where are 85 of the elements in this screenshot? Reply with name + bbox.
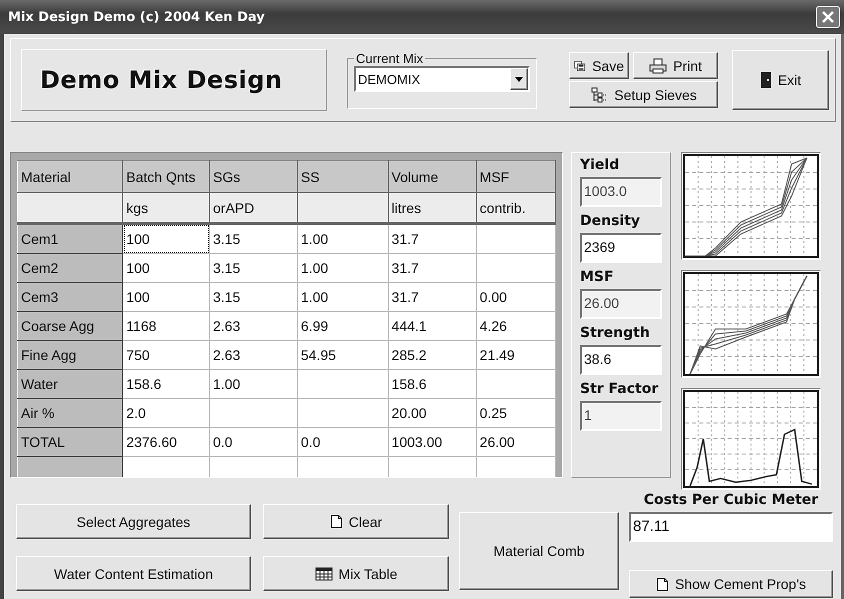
column-header: SS xyxy=(297,160,388,192)
table-cell[interactable]: 2376.60 xyxy=(122,428,210,456)
action-button[interactable]: Water Content Estimation xyxy=(16,556,251,591)
material-comb-button[interactable]: Material Comb xyxy=(459,512,619,590)
column-header: Batch Qnts xyxy=(122,160,210,192)
show-cement-button[interactable]: Show Cement Prop's xyxy=(629,570,833,598)
table-cell[interactable]: 26.00 xyxy=(476,428,556,456)
table-cell[interactable]: 3.15 xyxy=(210,224,298,254)
unit-header: kgs xyxy=(122,192,210,224)
app-logo: Demo Mix Design xyxy=(21,49,327,111)
table-cell[interactable]: 285.2 xyxy=(388,340,476,370)
page-icon xyxy=(656,576,669,592)
window-title: Mix Design Demo (c) 2004 Ken Day xyxy=(8,10,265,24)
unit-header: orAPD xyxy=(210,192,298,224)
table-cell[interactable]: 31.7 xyxy=(388,282,476,312)
table-cell[interactable]: 100 xyxy=(122,282,210,312)
result-field[interactable]: 2369 xyxy=(580,233,662,263)
table-cell[interactable]: 1003.00 xyxy=(388,428,476,456)
row-header: Cem1 xyxy=(18,224,123,254)
table-cell[interactable]: 21.49 xyxy=(476,340,556,370)
printer-icon xyxy=(649,58,668,74)
door-icon xyxy=(760,71,772,89)
column-header: Volume xyxy=(388,160,476,192)
field-label: Density xyxy=(580,213,642,231)
table-cell[interactable]: 54.95 xyxy=(297,340,388,370)
dropdown-button[interactable] xyxy=(510,68,528,90)
field-label: Yield xyxy=(580,157,620,175)
row-header: Coarse Agg xyxy=(18,312,123,340)
table-cell[interactable]: 3.15 xyxy=(210,254,298,282)
column-header: MSF xyxy=(476,160,556,192)
group-label: Current Mix xyxy=(355,51,424,66)
table-cell[interactable]: 0.00 xyxy=(476,282,556,312)
table-cell[interactable]: 444.1 xyxy=(388,312,476,340)
field-label: Str Factor xyxy=(580,381,660,399)
table-cell[interactable]: 2.63 xyxy=(210,312,298,340)
cost-field[interactable]: 87.11 xyxy=(629,512,833,542)
column-header: Material xyxy=(18,160,123,192)
table-cell[interactable]: 1.00 xyxy=(297,282,388,312)
row-header: Cem2 xyxy=(18,254,123,282)
action-button[interactable]: Select Aggregates xyxy=(16,504,251,539)
table-cell[interactable]: 6.99 xyxy=(297,312,388,340)
table-cell[interactable]: 1.00 xyxy=(297,254,388,282)
table-icon xyxy=(314,566,333,580)
row-header: Cem3 xyxy=(18,282,123,312)
row-header: Fine Agg xyxy=(18,340,123,370)
close-icon xyxy=(821,10,835,24)
result-field[interactable]: 38.6 xyxy=(580,345,662,375)
table-cell[interactable]: 1.00 xyxy=(210,370,298,398)
clear-button[interactable]: Clear xyxy=(263,504,449,539)
table-cell[interactable]: 158.6 xyxy=(388,370,476,398)
costs-label: Costs Per Cubic Meter xyxy=(642,492,820,510)
table-cell[interactable]: 0.0 xyxy=(297,428,388,456)
mix-dropdown[interactable]: DEMOMIX xyxy=(354,66,530,92)
row-header: TOTAL xyxy=(18,428,123,456)
unit-header: litres xyxy=(388,192,476,224)
table-cell[interactable]: 100 xyxy=(122,224,210,254)
table-cell[interactable]: 750 xyxy=(122,340,210,370)
field-label: MSF xyxy=(580,269,615,287)
close-button[interactable] xyxy=(816,6,840,28)
save-button[interactable]: Save xyxy=(569,52,629,79)
table-cell[interactable]: 1168 xyxy=(122,312,210,340)
mix-table-button[interactable]: Mix Table xyxy=(263,556,449,591)
row-header: Air % xyxy=(18,398,123,428)
table-cell[interactable]: 4.26 xyxy=(476,312,556,340)
table-cell[interactable]: 31.7 xyxy=(388,224,476,254)
table-cell[interactable]: 2.0 xyxy=(122,398,210,428)
table-cell[interactable]: 1.00 xyxy=(297,224,388,254)
table-cell[interactable]: 20.00 xyxy=(388,398,476,428)
table-cell[interactable]: 158.6 xyxy=(122,370,210,398)
table-cell[interactable]: 3.15 xyxy=(210,282,298,312)
print-button[interactable]: Print xyxy=(633,52,718,79)
table-cell[interactable]: 2.63 xyxy=(210,340,298,370)
table-cell[interactable]: 0.0 xyxy=(210,428,298,456)
table-cell[interactable]: 31.7 xyxy=(388,254,476,282)
setup-sieves-button[interactable]: Setup Sieves xyxy=(569,81,718,108)
column-header: SGs xyxy=(210,160,298,192)
table-cell[interactable]: 0.25 xyxy=(476,398,556,428)
row-header: Water xyxy=(18,370,123,398)
table-cell[interactable]: 100 xyxy=(122,254,210,282)
exit-button[interactable]: Exit xyxy=(732,50,829,110)
page-icon xyxy=(330,514,343,529)
tree-list-icon xyxy=(590,86,608,102)
unit-header: contrib. xyxy=(476,192,556,224)
caret-icon xyxy=(515,76,523,82)
field-label: Strength xyxy=(580,325,651,343)
